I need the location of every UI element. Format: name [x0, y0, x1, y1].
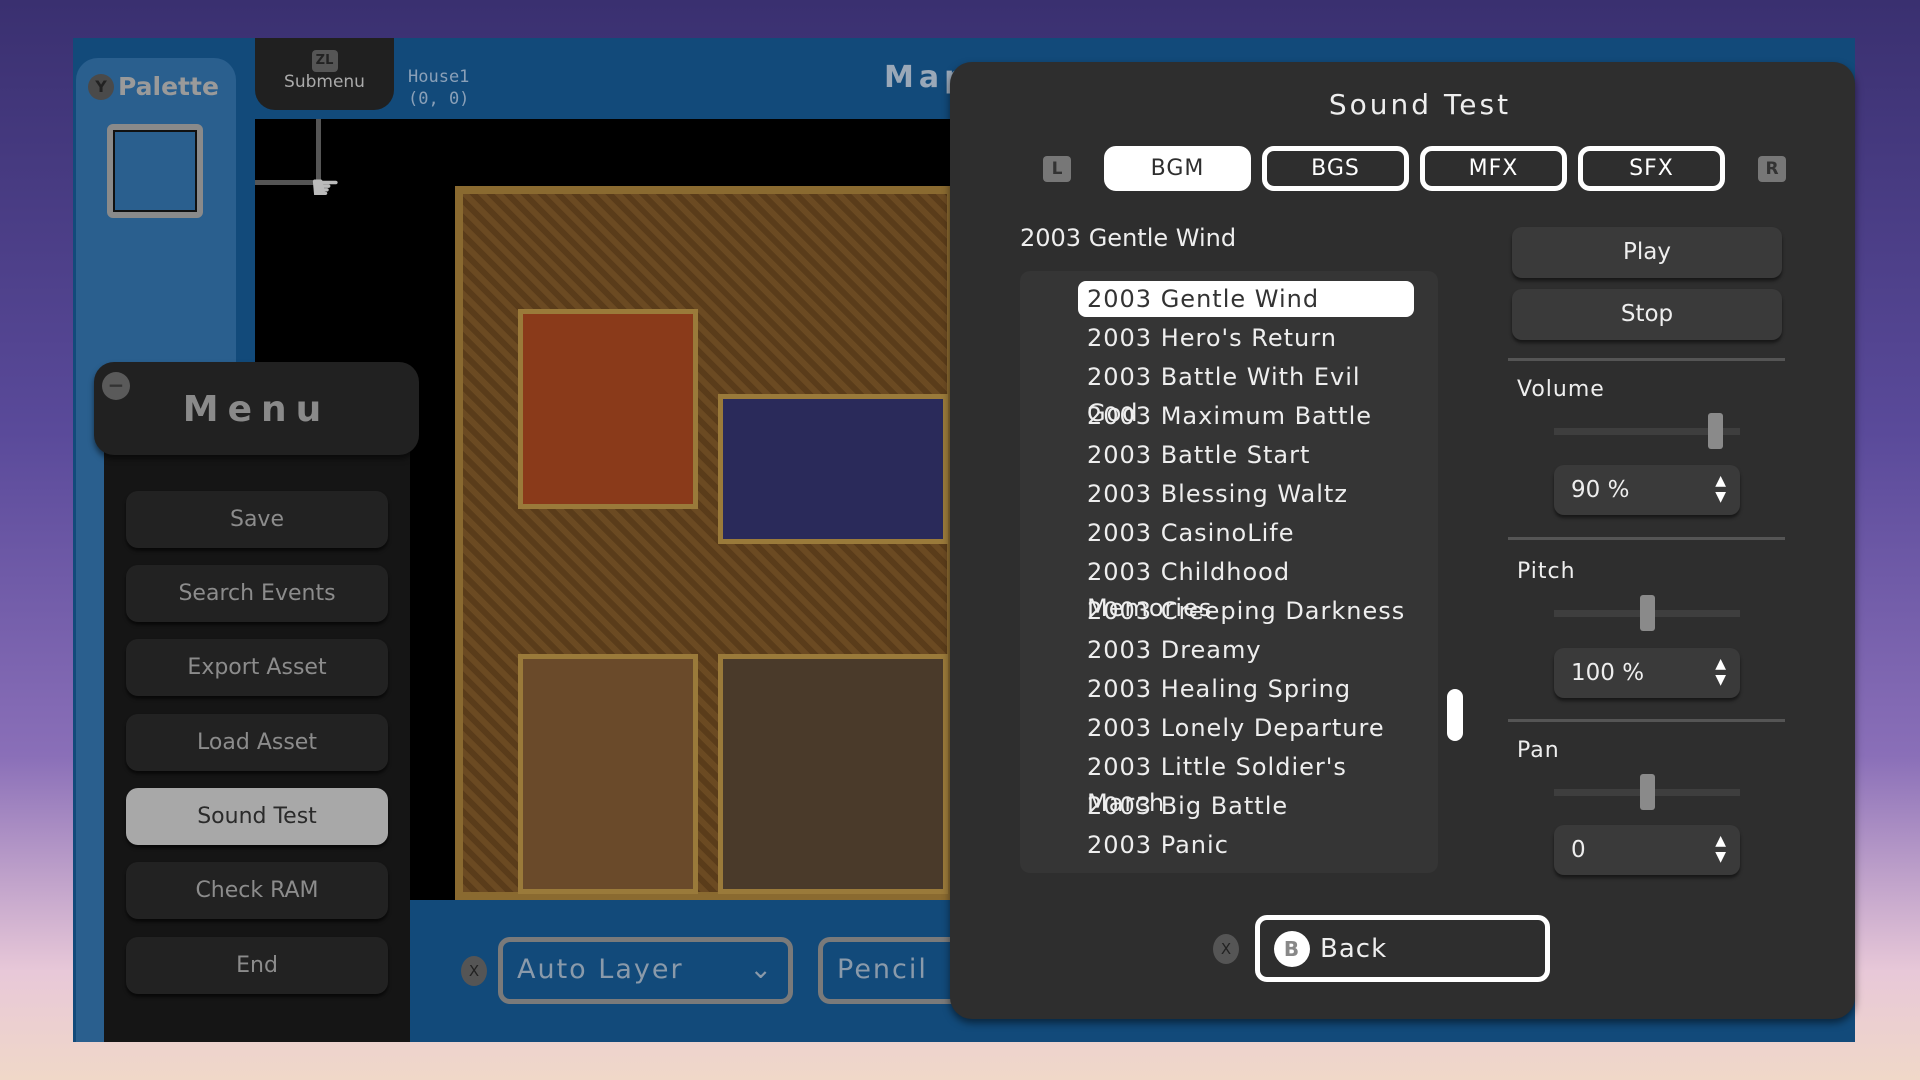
layer-dropdown[interactable]: Auto Layer ⌄	[498, 937, 793, 1004]
track-list-scrollbar[interactable]	[1447, 689, 1463, 741]
l-button-icon[interactable]: L	[1043, 156, 1071, 182]
pan-label: Pan	[1517, 738, 1560, 763]
track-list-item[interactable]: 2003 CasinoLife	[1078, 515, 1414, 551]
track-list-item[interactable]: 2003 Maximum Battle	[1078, 398, 1414, 434]
carpet-room	[518, 309, 698, 509]
volume-value: 90 %	[1571, 477, 1630, 503]
volume-label: Volume	[1517, 377, 1605, 402]
divider	[1508, 537, 1785, 540]
pan-spinner[interactable]: 0 ▲ ▼	[1554, 825, 1740, 875]
tab-bgs[interactable]: BGS	[1262, 146, 1409, 191]
x-button-icon: X	[461, 956, 487, 986]
map-coords: (0, 0)	[408, 89, 470, 109]
hand-pointer-icon: ☛	[310, 168, 341, 208]
menu-end-button[interactable]: End	[126, 937, 388, 994]
minus-button-icon[interactable]: −	[102, 372, 130, 400]
pitch-spinner[interactable]: 100 % ▲ ▼	[1554, 648, 1740, 698]
b-button-icon: B	[1274, 930, 1310, 967]
menu-export-asset-button[interactable]: Export Asset	[126, 639, 388, 696]
up-down-arrows-icon[interactable]: ▲ ▼	[1715, 833, 1726, 865]
track-list-item[interactable]: 2003 Lonely Departure	[1078, 710, 1414, 746]
map-name: House1	[408, 67, 470, 87]
tool-value: Pencil	[837, 954, 928, 985]
stop-button[interactable]: Stop	[1512, 289, 1782, 340]
menu-load-asset-button[interactable]: Load Asset	[126, 714, 388, 771]
back-button[interactable]: B Back	[1255, 915, 1550, 982]
menu-sound-test-button[interactable]: Sound Test	[126, 788, 388, 845]
pitch-value: 100 %	[1571, 660, 1645, 686]
menu-save-button[interactable]: Save	[126, 491, 388, 548]
submenu-label: Submenu	[284, 72, 365, 92]
track-list-item[interactable]: 2003 Dreamy	[1078, 632, 1414, 668]
lower-room	[518, 654, 698, 894]
current-track-label: 2003 Gentle Wind	[1020, 224, 1237, 252]
back-label: Back	[1320, 933, 1388, 964]
sound-test-title: Sound Test	[1328, 88, 1512, 121]
submenu-button[interactable]: ZL Submenu	[255, 38, 394, 110]
divider	[1508, 358, 1785, 361]
menu-check-ram-button[interactable]: Check RAM	[126, 862, 388, 919]
track-list-item[interactable]: 2003 Healing Spring	[1078, 671, 1414, 707]
volume-slider-thumb[interactable]	[1707, 413, 1723, 449]
map-tiles[interactable]	[455, 186, 955, 900]
track-list-item[interactable]: 2003 Blessing Waltz	[1078, 476, 1414, 512]
play-button[interactable]: Play	[1512, 227, 1782, 278]
menu-search-events-button[interactable]: Search Events	[126, 565, 388, 622]
tab-bgm[interactable]: BGM	[1104, 146, 1251, 191]
x-button-icon: X	[1213, 934, 1239, 964]
tab-mfx[interactable]: MFX	[1420, 146, 1567, 191]
palette-title[interactable]: Y Palette	[88, 72, 219, 101]
track-list-item[interactable]: 2003 Big Battle	[1078, 788, 1414, 824]
zl-button-icon: ZL	[311, 50, 338, 72]
menu-title: Menu	[94, 362, 419, 455]
palette-label: Palette	[118, 72, 219, 101]
r-button-icon[interactable]: R	[1758, 156, 1786, 182]
chevron-down-icon: ⌄	[749, 954, 774, 985]
palette-swatch[interactable]	[107, 124, 203, 218]
y-button-icon: Y	[88, 73, 114, 100]
pitch-label: Pitch	[1517, 559, 1576, 584]
lower-right-room	[718, 654, 948, 894]
pan-slider-thumb[interactable]	[1639, 774, 1655, 810]
track-list-item[interactable]: 2003 Little Soldier's March	[1078, 749, 1414, 817]
track-list-item[interactable]: 2003 Gentle Wind	[1078, 281, 1414, 317]
pitch-slider-thumb[interactable]	[1639, 595, 1655, 631]
pan-value: 0	[1571, 837, 1586, 863]
track-list-item[interactable]: 2003 Hero's Return	[1078, 320, 1414, 356]
track-list-item[interactable]: 2003 Panic	[1078, 827, 1414, 863]
track-list-item[interactable]: 2003 Creeping Darkness	[1078, 593, 1414, 629]
up-down-arrows-icon[interactable]: ▲ ▼	[1715, 473, 1726, 505]
blue-room	[718, 394, 948, 544]
track-list-item[interactable]: 2003 Battle With Evil God	[1078, 359, 1414, 427]
track-list-item[interactable]: 2003 Childhood Memories	[1078, 554, 1414, 622]
track-list-item[interactable]: 2003 Battle Start	[1078, 437, 1414, 473]
map-info: House1 (0, 0)	[408, 66, 469, 110]
volume-spinner[interactable]: 90 % ▲ ▼	[1554, 465, 1740, 515]
tool-dropdown[interactable]: Pencil	[818, 937, 958, 1004]
up-down-arrows-icon[interactable]: ▲ ▼	[1715, 656, 1726, 688]
tab-sfx[interactable]: SFX	[1578, 146, 1725, 191]
layer-value: Auto Layer	[517, 954, 684, 985]
divider	[1508, 719, 1785, 722]
